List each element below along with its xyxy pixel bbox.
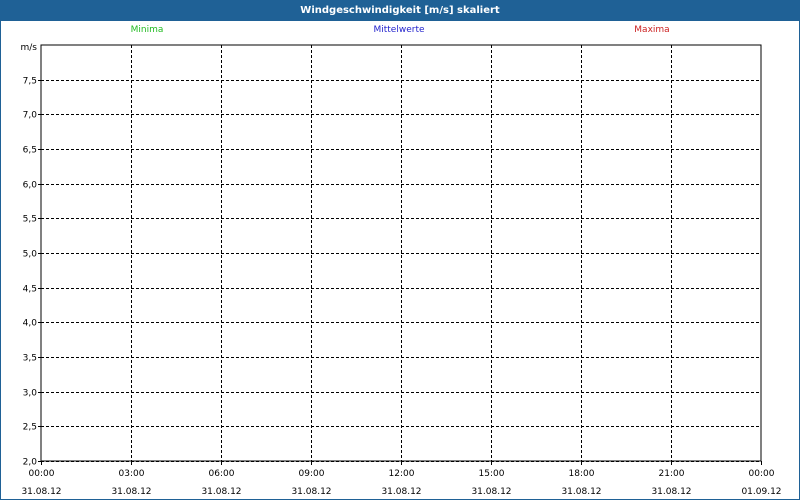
- chart-title: Windgeschwindigkeit [m/s] skaliert: [1, 1, 799, 21]
- x-tick-time: 03:00: [119, 469, 145, 479]
- x-tick-time: 06:00: [209, 469, 235, 479]
- x-tick-date: 31.08.12: [111, 487, 151, 497]
- y-tick-label: 6,5: [23, 146, 37, 156]
- x-tick-time: 18:00: [569, 469, 595, 479]
- y-tick-label: 7,0: [23, 111, 38, 121]
- x-tick-date: 31.08.12: [201, 487, 241, 497]
- x-tick-time: 09:00: [299, 469, 325, 479]
- y-tick-label: 5,0: [23, 250, 38, 260]
- y-tick-label: 2,5: [23, 423, 37, 433]
- x-tick-date: 01.09.12: [741, 487, 781, 497]
- y-tick-label: 3,0: [23, 389, 38, 399]
- x-tick-time: 21:00: [659, 469, 685, 479]
- legend-maxima: Maxima: [634, 25, 669, 35]
- chart-window: Windgeschwindigkeit [m/s] skaliert 7,5 7,…: [0, 0, 800, 500]
- x-tick-date: 31.08.12: [381, 487, 421, 497]
- y-axis-label: m/s: [21, 43, 38, 53]
- x-tick-time: 00:00: [29, 469, 55, 479]
- y-tick-label: 2,0: [23, 458, 38, 468]
- x-tick-time: 00:00: [749, 469, 775, 479]
- y-tick-label: 6,0: [23, 181, 38, 191]
- x-tick-time: 15:00: [479, 469, 505, 479]
- chart-area: 7,5 7,0 6,5 6,0 5,5 5,0 4,5 4,0 3,5 3,0 2,5 2,0 m/s 0…: [21, 25, 782, 497]
- y-tick-label: 4,0: [23, 319, 38, 329]
- x-tick-date: 31.08.12: [471, 487, 511, 497]
- y-tick-label: 7,5: [23, 77, 37, 87]
- x-tick-date: 31.08.12: [561, 487, 601, 497]
- x-tick-time: 12:00: [389, 469, 415, 479]
- x-tick-date: 31.08.12: [21, 487, 61, 497]
- legend-minima: Minima: [131, 25, 164, 35]
- y-tick-label: 4,5: [23, 285, 37, 295]
- x-tick-date: 31.08.12: [651, 487, 691, 497]
- legend-mittelwerte: Mittelwerte: [373, 25, 424, 35]
- y-tick-label: 3,5: [23, 354, 37, 364]
- y-tick-label: 5,5: [23, 215, 37, 225]
- x-tick-date: 31.08.12: [291, 487, 331, 497]
